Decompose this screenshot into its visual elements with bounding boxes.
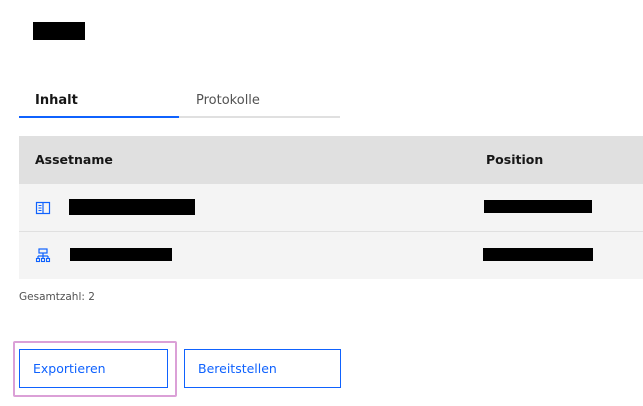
book-icon [35,200,51,216]
tab-protokolle[interactable]: Protokolle [179,88,340,118]
table-row[interactable] [19,232,643,279]
asset-name-redacted [70,248,172,261]
hierarchy-icon [35,248,51,264]
table-row[interactable] [19,184,643,232]
column-header-assetname[interactable]: Assetname [35,136,113,184]
table-header: Assetname Position [19,136,643,184]
asset-table: Assetname Position [19,136,643,279]
total-count: Gesamtzahl: 2 [19,291,95,303]
column-header-position[interactable]: Position [486,136,543,184]
provide-button[interactable]: Bereitstellen [184,349,341,388]
asset-position-redacted [484,200,592,213]
export-button[interactable]: Exportieren [19,349,168,388]
page-title-redacted [33,22,85,40]
tab-inhalt[interactable]: Inhalt [19,88,179,118]
asset-position-redacted [483,248,593,261]
asset-name-redacted [69,199,195,215]
tab-list: Inhalt Protokolle [19,88,340,120]
